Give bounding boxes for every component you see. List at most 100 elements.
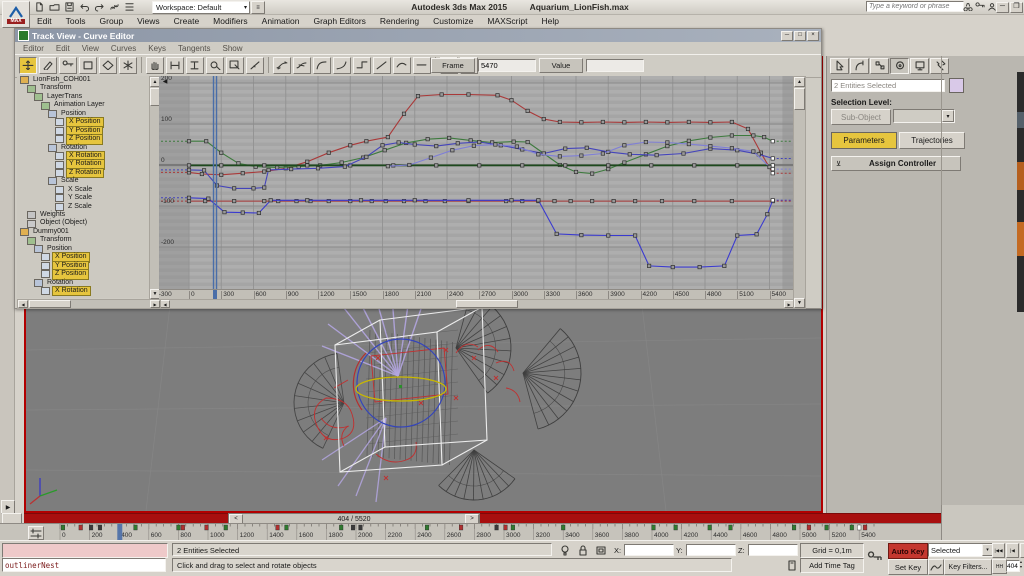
graph-hscrollbar[interactable]: ◀ ▶ — [159, 299, 795, 309]
z-rotation-key[interactable] — [723, 264, 726, 267]
tree-item-z-position[interactable]: Z Position — [17, 135, 149, 143]
tangents-step-button[interactable] — [353, 57, 371, 74]
x-position-dummy-key[interactable] — [590, 199, 593, 202]
y-rotation-key[interactable] — [623, 161, 626, 164]
x-rotation-key[interactable] — [440, 93, 443, 96]
x-rotation-key[interactable] — [306, 160, 309, 163]
z-rotation-key[interactable] — [306, 199, 309, 202]
zoom-horizontal-extents-button[interactable] — [166, 57, 184, 74]
workspace-more-button[interactable]: ≡ — [251, 1, 265, 14]
y-coord-field[interactable] — [686, 544, 736, 556]
play-button[interactable]: ▶ — [1020, 543, 1024, 558]
x-rotation-key[interactable] — [644, 120, 647, 123]
y-rotation-key[interactable] — [383, 149, 386, 152]
app-menu-group[interactable]: Group — [93, 15, 131, 27]
tree-item-transform[interactable]: Transform — [17, 236, 149, 244]
app-menu-edit[interactable]: Edit — [30, 15, 59, 27]
max-logo-button[interactable]: MAX — [2, 1, 30, 28]
x-rotation-key[interactable] — [526, 109, 529, 112]
y-rotation-key[interactable] — [574, 170, 577, 173]
new-key-default-icon[interactable] — [928, 559, 944, 575]
z-rotation-key[interactable] — [755, 233, 758, 236]
quick-open-file-button[interactable] — [47, 1, 61, 13]
x-rotation-key[interactable] — [542, 117, 545, 120]
z-position-key[interactable] — [693, 164, 696, 167]
quick-save-file-button[interactable] — [62, 1, 76, 13]
y-rotation-key[interactable] — [340, 161, 343, 164]
x-rotation-key[interactable] — [365, 140, 368, 143]
x-position-key[interactable] — [709, 144, 712, 147]
z-position-key[interactable] — [478, 164, 481, 167]
binoculars-button[interactable] — [962, 1, 973, 12]
z-position-key[interactable] — [306, 164, 309, 167]
add-time-tag[interactable]: Add Time Tag — [800, 558, 864, 573]
y-rotation-key[interactable] — [607, 167, 610, 170]
y-position-key[interactable] — [456, 142, 459, 145]
tree-hscrollbar[interactable]: ◀ ▶ — [17, 299, 161, 309]
y-position-key[interactable] — [655, 153, 658, 156]
isolate-curve-button[interactable] — [246, 57, 264, 74]
out-of-range-left[interactable] — [159, 76, 189, 289]
y-position-key[interactable] — [343, 165, 346, 168]
x-position-dummy-key[interactable] — [730, 199, 733, 202]
tree-item-layertrans[interactable]: LayerTrans — [17, 93, 149, 101]
z-position-key[interactable] — [564, 164, 567, 167]
trackview-menu-editor[interactable]: Editor — [17, 44, 50, 53]
x-position-key[interactable] — [752, 150, 755, 153]
set-key-button[interactable]: Set Key — [888, 559, 928, 575]
x-rotation-curve[interactable] — [189, 95, 773, 175]
time-tag-icon[interactable] — [786, 559, 798, 571]
y-rotation-key[interactable] — [771, 140, 774, 143]
x-rotation-key[interactable] — [687, 120, 690, 123]
curve-graph-area[interactable]: 2001000-100-200 — [159, 76, 793, 289]
trackview-menu-edit[interactable]: Edit — [50, 44, 76, 53]
y-rotation-key[interactable] — [469, 139, 472, 142]
auto-key-button[interactable]: Auto Key — [888, 543, 928, 559]
app-menu-animation[interactable]: Animation — [255, 15, 307, 27]
minimize-button[interactable]: ─ — [996, 2, 1009, 13]
current-frame-field[interactable] — [1006, 560, 1020, 572]
trackview-maximize-button[interactable]: □ — [794, 31, 806, 41]
previous-frame-button[interactable]: |◀ — [1006, 543, 1019, 558]
trajectories-button[interactable]: Trajectories — [899, 132, 965, 149]
lionfish-wireframe[interactable] — [294, 295, 581, 502]
graph-vscrollbar[interactable]: ▲ ▼ — [793, 76, 806, 309]
z-rotation-key[interactable] — [555, 232, 558, 235]
app-menu-create[interactable]: Create — [167, 15, 207, 27]
z-rotation-curve[interactable] — [189, 198, 773, 267]
quick-layer-list-button[interactable] — [122, 1, 136, 13]
y-position-key[interactable] — [478, 140, 481, 143]
trackview-minimize-button[interactable]: ─ — [781, 31, 793, 41]
tangents-smooth-button[interactable] — [393, 57, 411, 74]
app-menu-maxscript[interactable]: MAXScript — [480, 15, 534, 27]
x-position-key[interactable] — [771, 167, 774, 170]
z-rotation-key[interactable] — [647, 264, 650, 267]
trackview-close-button[interactable]: × — [807, 31, 819, 41]
zoom-button[interactable] — [206, 57, 224, 74]
restore-button[interactable]: ❐ — [1010, 2, 1023, 13]
y-position-key[interactable] — [263, 186, 266, 189]
panel-tab-create[interactable] — [830, 58, 849, 74]
y-position-key[interactable] — [682, 152, 685, 155]
x-position-dummy-key[interactable] — [187, 199, 190, 202]
y-rotation-key[interactable] — [687, 139, 690, 142]
retime-tool-button[interactable] — [99, 57, 117, 74]
tree-item-transform[interactable]: Transform — [17, 84, 149, 92]
key-filters-button[interactable]: Key Filters... — [944, 559, 992, 575]
z-position-key[interactable] — [263, 164, 266, 167]
x-position-key[interactable] — [451, 149, 454, 152]
maxscript-mini-listener[interactable]: outlinerNest — [2, 558, 166, 572]
z-position-key[interactable] — [435, 164, 438, 167]
workspace-dropdown[interactable]: Workspace: Default ▾ — [152, 1, 250, 14]
y-rotation-key[interactable] — [590, 172, 593, 175]
zoom-value-extents-button[interactable] — [186, 57, 204, 74]
z-rotation-key[interactable] — [207, 197, 210, 200]
selection-name-field[interactable]: 2 Entities Selected — [831, 79, 945, 92]
out-of-range-right[interactable] — [782, 76, 793, 289]
set-keys-key-icon[interactable] — [866, 545, 884, 569]
trackview-menu-show[interactable]: Show — [217, 44, 249, 53]
key-mode-toggle-button[interactable]: HH — [992, 559, 1007, 574]
z-coord-field[interactable] — [748, 544, 798, 556]
z-position-key[interactable] — [521, 164, 524, 167]
x-rotation-key[interactable] — [496, 94, 499, 97]
